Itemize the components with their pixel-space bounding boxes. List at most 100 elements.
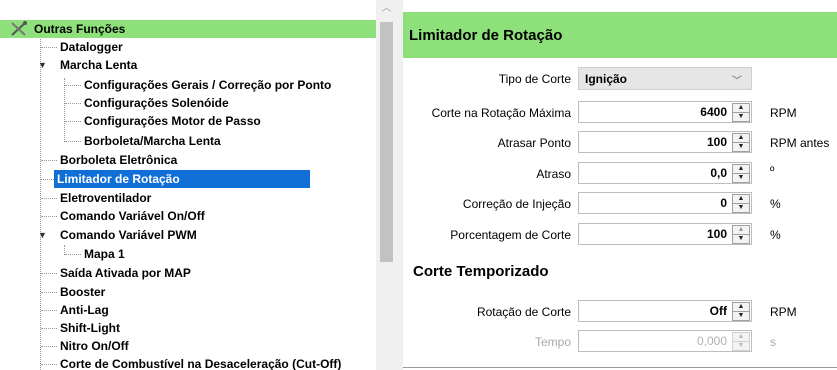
- section-title-corte-temporizado: Corte Temporizado: [413, 263, 549, 280]
- tree-item-label: Anti-Lag: [60, 303, 109, 317]
- unit-label: RPM antes: [770, 136, 830, 150]
- tree-connector: [41, 179, 54, 180]
- tree-item-comando-variavel-onoff[interactable]: Comando Variável On/Off: [0, 207, 376, 225]
- page-title: Limitador de Rotação: [409, 27, 563, 44]
- tree-connector: [41, 198, 57, 199]
- chevron-down-icon[interactable]: ▼: [38, 226, 47, 244]
- tree-scrollbar[interactable]: ︿: [376, 0, 397, 370]
- tree-item-configuracoes-motor-passo[interactable]: Configurações Motor de Passo: [0, 112, 376, 130]
- tree-item-comando-variavel-pwm[interactable]: ▼ Comando Variável PWM: [0, 226, 376, 244]
- atrasar-ponto-input[interactable]: 100 ▲ ▼: [578, 131, 752, 153]
- tree-item-label: Marcha Lenta: [60, 58, 138, 72]
- rotacao-corte-input[interactable]: Off ▲ ▼: [578, 300, 752, 322]
- tree-item-corte-combustivel[interactable]: Corte de Combustível na Desaceleração (C…: [0, 355, 376, 370]
- spin-down-icon[interactable]: ▼: [732, 173, 750, 183]
- unit-label: %: [770, 197, 781, 211]
- tree-item-label: Eletroventilador: [60, 191, 152, 205]
- tree-item-label: Configurações Gerais / Correção por Pont…: [84, 78, 332, 92]
- tree-item-label: Comando Variável On/Off: [60, 209, 205, 223]
- tree-item-label: Saída Ativada por MAP: [60, 266, 191, 280]
- spin-down-icon[interactable]: ▼: [732, 311, 750, 321]
- field-value: 100: [706, 135, 727, 149]
- spin-down-icon[interactable]: ▼: [732, 203, 750, 213]
- unit-label: RPM: [770, 106, 797, 120]
- field-value: 0,0: [710, 166, 727, 180]
- spin-down-icon[interactable]: ▼: [732, 112, 750, 122]
- tree-item-eletroventilador[interactable]: Eletroventilador: [0, 189, 376, 207]
- atrasar-ponto-label: Atrasar Ponto: [497, 136, 571, 150]
- tree-item-marcha-lenta[interactable]: ▼ Marcha Lenta: [0, 56, 376, 74]
- chevron-down-icon[interactable]: ▼: [38, 56, 47, 74]
- tree-connector: [41, 310, 57, 311]
- tree-item-label: Configurações Solenóide: [84, 96, 229, 110]
- tree-item-label: Configurações Motor de Passo: [84, 114, 261, 128]
- tree-item-label: Comando Variável PWM: [60, 228, 197, 242]
- correcao-injecao-label: Correção de Injeção: [462, 197, 571, 211]
- tree-root-outras-funcoes[interactable]: Outras Funções: [0, 20, 376, 38]
- tree-item-label: Limitador de Rotação: [54, 170, 310, 188]
- tree-item-label: Shift-Light: [60, 321, 120, 335]
- tree-item-borboleta-eletronica[interactable]: Borboleta Eletrônica: [0, 151, 376, 169]
- tree-item-label: Nitro On/Off: [60, 339, 129, 353]
- tipo-corte-value: Ignição: [585, 72, 628, 86]
- tree-connector: [41, 292, 57, 293]
- spin-down-icon[interactable]: ▼: [732, 341, 750, 351]
- tree-connector: [65, 85, 81, 86]
- tree-item-label: Borboleta Eletrônica: [60, 153, 178, 167]
- tempo-label: Tempo: [534, 335, 571, 349]
- unit-label: s: [770, 335, 776, 349]
- field-value: 0: [720, 196, 727, 210]
- corte-rotacao-maxima-label: Corte na Rotação Máxima: [431, 106, 571, 120]
- spinner[interactable]: ▲ ▼: [732, 103, 750, 122]
- spin-down-icon[interactable]: ▼: [732, 234, 750, 244]
- spinner[interactable]: ▲ ▼: [732, 164, 750, 183]
- tree-connector: [41, 346, 57, 347]
- unit-label: %: [770, 228, 781, 242]
- spinner[interactable]: ▲ ▼: [732, 194, 750, 213]
- tree-item-saida-ativada-map[interactable]: Saída Ativada por MAP: [0, 264, 376, 282]
- tempo-input[interactable]: 0,000 ▲ ▼: [578, 330, 752, 352]
- field-value: 0,000: [696, 334, 727, 348]
- tree-item-shift-light[interactable]: Shift-Light: [0, 319, 376, 337]
- spinner[interactable]: ▲ ▼: [732, 133, 750, 152]
- spinner[interactable]: ▲ ▼: [732, 332, 750, 351]
- panel-header: Limitador de Rotação: [403, 12, 837, 58]
- scrollbar-thumb[interactable]: [380, 22, 393, 262]
- atraso-label: Atraso: [536, 167, 571, 181]
- tree-item-booster[interactable]: Booster: [0, 283, 376, 301]
- chevron-down-icon: ﹀: [732, 76, 742, 87]
- tree-connector: [41, 216, 57, 217]
- settings-panel: Limitador de Rotação Tipo de Corte Igniç…: [403, 0, 837, 370]
- chevron-up-icon[interactable]: ︿: [376, 0, 397, 18]
- tree-item-datalogger[interactable]: Datalogger: [0, 38, 376, 56]
- tree-connector: [65, 121, 81, 122]
- tree-item-limitador-rotacao[interactable]: Limitador de Rotação: [0, 170, 376, 188]
- unit-label: º: [770, 164, 775, 178]
- tree-item-label: Mapa 1: [84, 247, 125, 261]
- porcentagem-corte-input[interactable]: 100 ▲ ▼: [578, 223, 752, 245]
- spinner[interactable]: ▲ ▼: [732, 225, 750, 244]
- correcao-injecao-input[interactable]: 0 ▲ ▼: [578, 192, 752, 214]
- navigation-tree: Outras Funções Datalogger ▼ Marcha Lenta…: [0, 0, 398, 370]
- tree-connector: [41, 328, 57, 329]
- tools-icon: [11, 21, 27, 36]
- atraso-input[interactable]: 0,0 ▲ ▼: [578, 162, 752, 184]
- tree-item-configuracoes-solenoide[interactable]: Configurações Solenóide: [0, 94, 376, 112]
- unit-label: RPM: [770, 305, 797, 319]
- corte-rotacao-maxima-input[interactable]: 6400 ▲ ▼: [578, 101, 752, 123]
- tree-item-anti-lag[interactable]: Anti-Lag: [0, 301, 376, 319]
- tipo-corte-select[interactable]: Ignição ﹀: [578, 67, 752, 90]
- tree-item-borboleta-marcha-lenta[interactable]: Borboleta/Marcha Lenta: [0, 132, 376, 150]
- tree-connector: [65, 103, 81, 104]
- tree-item-label: Borboleta/Marcha Lenta: [84, 134, 221, 148]
- tree-item-nitro-onoff[interactable]: Nitro On/Off: [0, 337, 376, 355]
- spinner[interactable]: ▲ ▼: [732, 302, 750, 321]
- tree-connector: [41, 364, 57, 365]
- spin-down-icon[interactable]: ▼: [732, 142, 750, 152]
- tree-item-configuracoes-gerais[interactable]: Configurações Gerais / Correção por Pont…: [0, 76, 376, 94]
- tree-item-mapa-1[interactable]: Mapa 1: [0, 245, 376, 263]
- tree-connector: [41, 160, 57, 161]
- tree-connector: [65, 141, 81, 142]
- divider: [403, 367, 837, 368]
- tree-root-label: Outras Funções: [34, 22, 126, 36]
